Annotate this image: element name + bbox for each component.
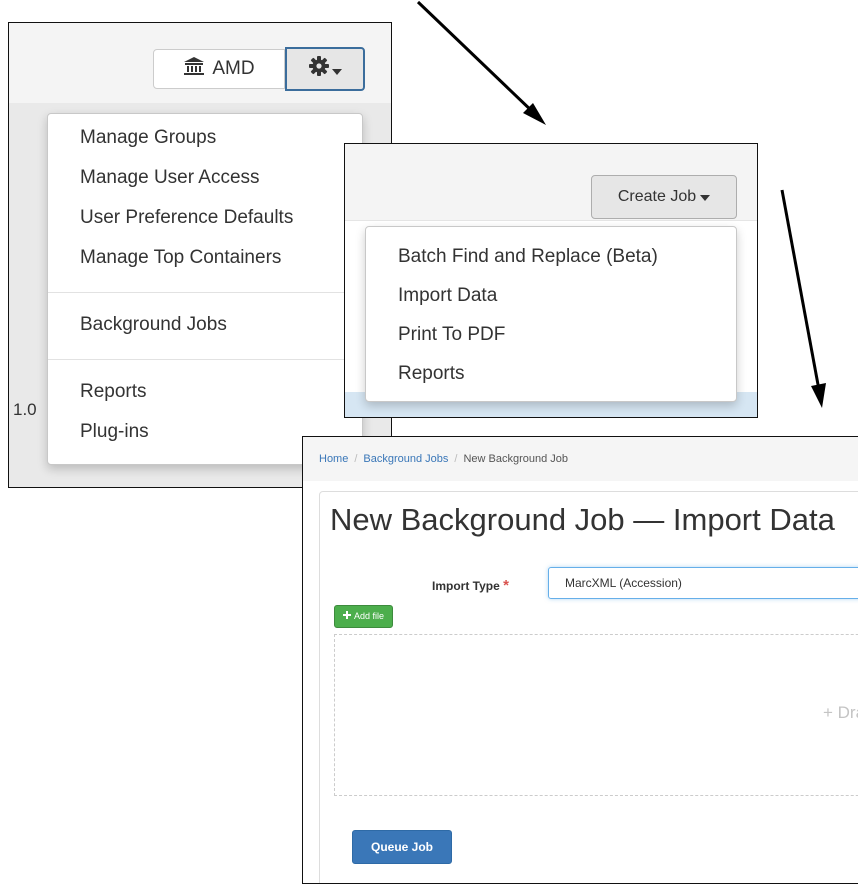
queue-job-button[interactable]: Queue Job (352, 830, 452, 864)
breadcrumb: Home / Background Jobs / New Background Job (303, 437, 858, 481)
import-type-label-text: Import Type (432, 579, 500, 593)
breadcrumb-divider: / (354, 453, 358, 465)
breadcrumb-divider: / (454, 453, 458, 465)
arrow-icon (416, 0, 546, 125)
repository-label: AMD (212, 58, 255, 79)
menu-item-background-jobs[interactable]: Background Jobs (48, 305, 362, 345)
drop-zone-text: + Drag a (823, 703, 858, 722)
required-indicator: * (503, 577, 509, 594)
create-job-screenshot: Create Job Batch Find and Replace (Beta)… (344, 143, 758, 418)
import-type-label: Import Type * (432, 577, 509, 594)
menu-item-manage-top-containers[interactable]: Manage Top Containers (48, 238, 362, 278)
gear-icon (308, 56, 329, 82)
arrow-icon (780, 189, 826, 408)
settings-menu-screenshot: 1.0 AMD Manage Groups Manage User Access… (8, 22, 392, 488)
page-title: New Background Job — Import Data (330, 502, 835, 537)
create-job-dropdown-menu: Batch Find and Replace (Beta) Import Dat… (365, 226, 737, 402)
system-dropdown-menu: Manage Groups Manage User Access User Pr… (47, 113, 363, 465)
file-drop-zone[interactable]: + Drag a (334, 634, 858, 796)
menu-item-reports[interactable]: Reports (366, 354, 736, 393)
caret-down-icon (331, 58, 342, 81)
menu-item-manage-groups[interactable]: Manage Groups (48, 118, 362, 158)
menu-item-batch-find-replace[interactable]: Batch Find and Replace (Beta) (366, 237, 736, 276)
import-data-screenshot: Home / Background Jobs / New Background Job … (302, 436, 858, 884)
menu-item-reports[interactable]: Reports (48, 372, 362, 412)
menu-divider (48, 292, 362, 293)
bank-icon (183, 56, 205, 82)
menu-item-import-data[interactable]: Import Data (366, 276, 736, 315)
breadcrumb-home[interactable]: Home (319, 453, 348, 465)
menu-divider (48, 359, 362, 360)
job-form-card: New Background Job — Import Data Import … (319, 491, 858, 883)
caret-down-icon (700, 188, 711, 206)
menu-item-user-preference-defaults[interactable]: User Preference Defaults (48, 198, 362, 238)
breadcrumb-background-jobs[interactable]: Background Jobs (363, 453, 448, 465)
breadcrumb-current: New Background Job (463, 453, 569, 465)
add-file-button[interactable]: Add file (334, 605, 394, 628)
repository-button[interactable]: AMD (153, 49, 285, 89)
system-menu-button[interactable] (285, 47, 365, 91)
plus-icon (343, 606, 351, 627)
menu-item-print-to-pdf[interactable]: Print To PDF (366, 315, 736, 354)
version-text: 1.0 (13, 400, 37, 419)
import-type-select[interactable]: MarcXML (Accession) (548, 567, 858, 599)
menu-item-manage-user-access[interactable]: Manage User Access (48, 158, 362, 198)
create-job-label: Create Job (617, 188, 697, 205)
add-file-label: Add file (354, 611, 385, 621)
create-job-button[interactable]: Create Job (591, 175, 737, 219)
